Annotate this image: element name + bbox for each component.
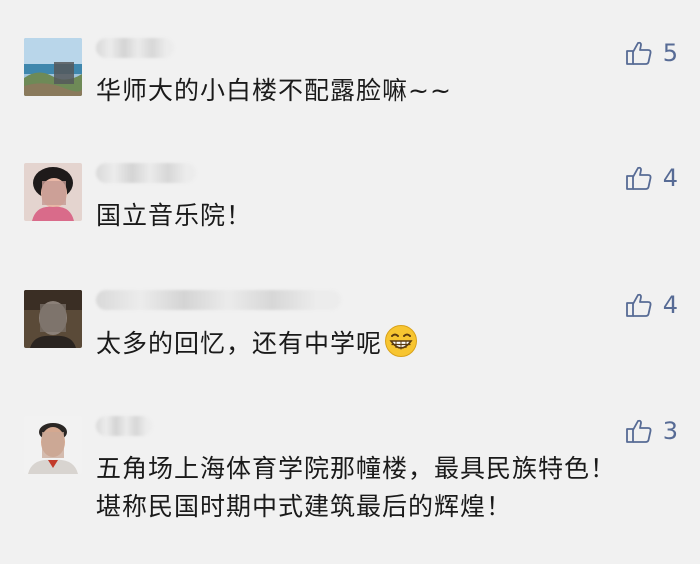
- comment-text: 华师大的小白楼不配露脸嘛~~: [96, 76, 452, 105]
- commenter-avatar[interactable]: [24, 416, 82, 474]
- blurred-nickname: [96, 38, 174, 58]
- blurred-nickname: [96, 290, 341, 310]
- like-button[interactable]: 5: [625, 38, 678, 68]
- blurred-nickname: [96, 416, 152, 436]
- grinning-face-icon: [385, 325, 418, 357]
- like-button[interactable]: 4: [625, 290, 678, 320]
- thumbs-up-icon: [625, 41, 652, 65]
- commenter-avatar[interactable]: [24, 38, 82, 96]
- like-count: 4: [662, 164, 678, 192]
- like-button[interactable]: 4: [625, 163, 678, 193]
- like-button[interactable]: 3: [625, 416, 678, 446]
- thumbs-up-icon: [625, 293, 652, 317]
- commenter-avatar[interactable]: [24, 163, 82, 221]
- blurred-nickname: [96, 163, 196, 183]
- like-count: 3: [662, 417, 678, 445]
- comment-text: 五角场上海体育学院那幢楼，最具民族特色！堪称民国时期中式建筑最后的辉煌！: [96, 454, 617, 521]
- commenter-avatar[interactable]: [24, 290, 82, 348]
- like-count: 4: [662, 291, 678, 319]
- comment-text: 国立音乐院！: [96, 201, 253, 230]
- comment-text-wrapper: 太多的回忆，还有中学呢: [96, 324, 636, 363]
- thumbs-up-icon: [625, 419, 652, 443]
- like-count: 5: [662, 39, 678, 67]
- thumbs-up-icon: [625, 166, 652, 190]
- comment-text: 太多的回忆，还有中学呢: [96, 329, 383, 358]
